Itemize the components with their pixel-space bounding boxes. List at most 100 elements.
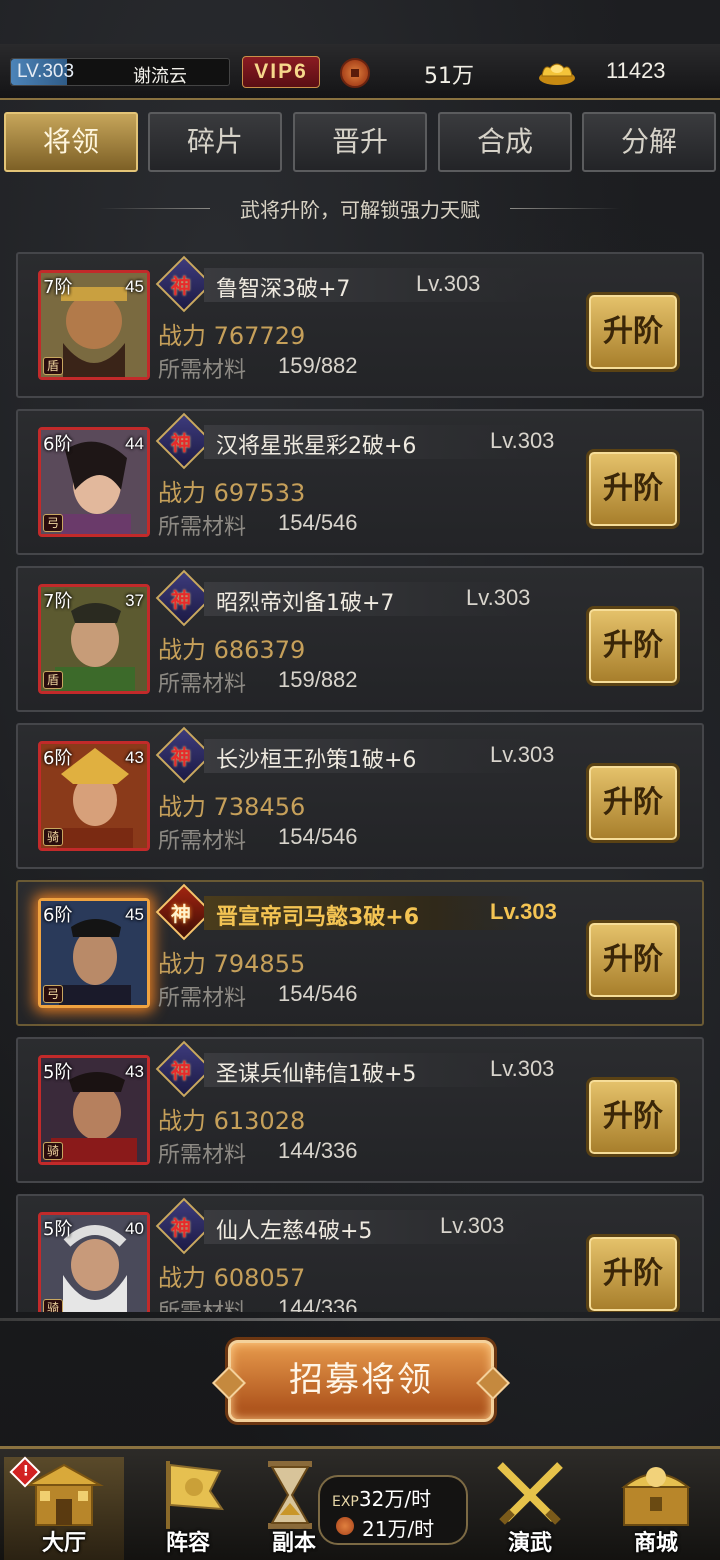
- divine-label: 神: [170, 587, 191, 612]
- hero-name: 长沙桓王孙策1破+6: [216, 748, 417, 773]
- material-label: 所需材料: [158, 358, 247, 383]
- hero-rank: 7阶: [43, 277, 73, 298]
- divine-label: 神: [170, 430, 191, 455]
- material-count: 159/882: [278, 353, 358, 378]
- divine-label: 神: [170, 744, 191, 769]
- hero-portrait-level: 45: [125, 905, 144, 924]
- hero-portrait-level: 43: [125, 748, 144, 767]
- divine-label: 神: [170, 1058, 191, 1083]
- upgrade-button[interactable]: 升阶: [586, 763, 680, 843]
- divine-label: 神: [170, 1215, 191, 1240]
- upgrade-button[interactable]: 升阶: [586, 920, 680, 1000]
- coin-rate: 21万/时: [362, 1517, 435, 1541]
- bow-icon: 弓: [43, 514, 63, 532]
- nav-hall-label: 大厅: [41, 1531, 86, 1556]
- hero-level: Lv.303: [416, 271, 481, 296]
- nav-dungeon[interactable]: 副本 EXP32万/时 21万/时: [254, 1457, 484, 1560]
- tab-promotion[interactable]: 晋升: [293, 112, 427, 172]
- exp-rate-value: 32万/时: [358, 1487, 432, 1511]
- hero-card[interactable]: 5阶 40 骑 神 仙人左慈4破+5 Lv.303 战力 608057 所需材料…: [16, 1194, 704, 1312]
- hero-list[interactable]: 7阶 45 盾 神 鲁智深3破+7 Lv.303 战力 767729 所需材料 …: [16, 250, 704, 1312]
- hero-portrait[interactable]: 6阶 45 弓: [38, 898, 150, 1008]
- hero-level: Lv.303: [490, 899, 557, 924]
- alert-badge-text: !: [22, 1463, 30, 1480]
- recruit-generals-button[interactable]: 招募将领: [228, 1340, 494, 1422]
- hero-name: 昭烈帝刘备1破+7: [216, 591, 395, 616]
- nav-shop[interactable]: 商城: [596, 1457, 716, 1560]
- hero-name: 圣谋兵仙韩信1破+5: [216, 1062, 417, 1087]
- nav-hall[interactable]: ! 大厅: [4, 1456, 124, 1560]
- tab-decompose[interactable]: 分解: [582, 112, 716, 172]
- hero-power: 战力 686379: [158, 636, 306, 664]
- hourglass-icon: [268, 1461, 312, 1529]
- hero-card[interactable]: 6阶 45 弓 神 晋宣帝司马懿3破+6 Lv.303 战力 794855 所需…: [16, 880, 704, 1026]
- hero-card[interactable]: 6阶 43 骑 神 长沙桓王孙策1破+6 Lv.303 战力 738456 所需…: [16, 723, 704, 869]
- hero-power: 战力 697533: [158, 479, 306, 507]
- hero-rank: 6阶: [43, 748, 73, 769]
- material-label: 所需材料: [158, 515, 247, 540]
- tab-fragments[interactable]: 碎片: [148, 112, 282, 172]
- upgrade-button[interactable]: 升阶: [586, 449, 680, 529]
- upgrade-button[interactable]: 升阶: [586, 292, 680, 372]
- idle-rewards-box[interactable]: EXP32万/时 21万/时: [318, 1475, 468, 1545]
- copper-coin-icon: [336, 1517, 354, 1535]
- material-label: 所需材料: [158, 1143, 247, 1168]
- hero-rank: 5阶: [43, 1219, 73, 1240]
- bottom-navigation: ! 大厅 阵容 副本 EXP32万/时 21万/时 演武 商城: [0, 1446, 720, 1560]
- hero-portrait[interactable]: 5阶 40 骑: [38, 1212, 150, 1312]
- hero-card[interactable]: 5阶 43 骑 神 圣谋兵仙韩信1破+5 Lv.303 战力 613028 所需…: [16, 1037, 704, 1183]
- hero-portrait-level: 40: [125, 1219, 144, 1238]
- hero-name: 鲁智深3破+7: [216, 277, 351, 302]
- tab-generals[interactable]: 将领: [4, 112, 138, 172]
- hero-portrait-level: 37: [125, 591, 144, 610]
- shield-icon: 盾: [43, 357, 63, 375]
- hero-name-bar: 鲁智深3破+7 Lv.303: [204, 268, 534, 302]
- hero-name-bar: 圣谋兵仙韩信1破+5 Lv.303: [204, 1053, 554, 1087]
- hero-card[interactable]: 7阶 45 盾 神 鲁智深3破+7 Lv.303 战力 767729 所需材料 …: [16, 252, 704, 398]
- hero-name: 晋宣帝司马懿3破+6: [216, 905, 420, 930]
- hero-card[interactable]: 7阶 37 盾 神 昭烈帝刘备1破+7 Lv.303 战力 686379 所需材…: [16, 566, 704, 712]
- material-count: 159/882: [278, 667, 358, 692]
- vip-badge[interactable]: VIP6: [242, 56, 320, 88]
- copper-amount: 51万: [424, 64, 474, 89]
- subtitle-banner: 武将升阶，可解锁强力天赋: [0, 194, 720, 223]
- hero-portrait[interactable]: 7阶 45 盾: [38, 270, 150, 380]
- player-name: 谢流云: [133, 66, 187, 87]
- hero-card[interactable]: 6阶 44 弓 神 汉将星张星彩2破+6 Lv.303 战力 697533 所需…: [16, 409, 704, 555]
- hero-portrait[interactable]: 7阶 37 盾: [38, 584, 150, 694]
- hero-portrait-level: 44: [125, 434, 144, 453]
- hero-name: 汉将星张星彩2破+6: [216, 434, 417, 459]
- hero-portrait[interactable]: 5阶 43 骑: [38, 1055, 150, 1165]
- bow-icon: 弓: [43, 985, 63, 1003]
- hero-name-bar: 昭烈帝刘备1破+7 Lv.303: [204, 582, 534, 616]
- hero-rank: 6阶: [43, 905, 73, 926]
- hero-power: 战力 608057: [158, 1264, 306, 1292]
- player-level-box[interactable]: LV.303 谢流云: [10, 58, 230, 87]
- gold-ingot-icon: [539, 63, 575, 85]
- material-label: 所需材料: [158, 829, 247, 854]
- hero-portrait[interactable]: 6阶 43 骑: [38, 741, 150, 851]
- hero-power: 战力 767729: [158, 322, 306, 350]
- gold-amount: 11423: [606, 58, 666, 83]
- hero-name: 仙人左慈4破+5: [216, 1219, 373, 1244]
- upgrade-button[interactable]: 升阶: [586, 1234, 680, 1312]
- hero-name-bar: 汉将星张星彩2破+6 Lv.303: [204, 425, 554, 459]
- hero-power: 战力 738456: [158, 793, 306, 821]
- treasure-chest-icon: [621, 1467, 691, 1526]
- nav-lineup[interactable]: 阵容: [128, 1457, 248, 1560]
- banner-flag-icon: [166, 1461, 224, 1529]
- material-count: 154/546: [278, 981, 358, 1006]
- hero-level: Lv.303: [490, 1056, 555, 1081]
- upgrade-button[interactable]: 升阶: [586, 1077, 680, 1157]
- hero-portrait-level: 45: [125, 277, 144, 296]
- hero-rank: 7阶: [43, 591, 73, 612]
- divider-right: [510, 208, 620, 209]
- upgrade-button[interactable]: 升阶: [586, 606, 680, 686]
- divine-label: 神: [170, 901, 191, 926]
- material-count: 154/546: [278, 824, 358, 849]
- section-divider: [0, 1318, 720, 1321]
- nav-arena[interactable]: 演武: [470, 1457, 590, 1560]
- hero-portrait[interactable]: 6阶 44 弓: [38, 427, 150, 537]
- tab-synthesis[interactable]: 合成: [438, 112, 572, 172]
- material-label: 所需材料: [158, 986, 247, 1011]
